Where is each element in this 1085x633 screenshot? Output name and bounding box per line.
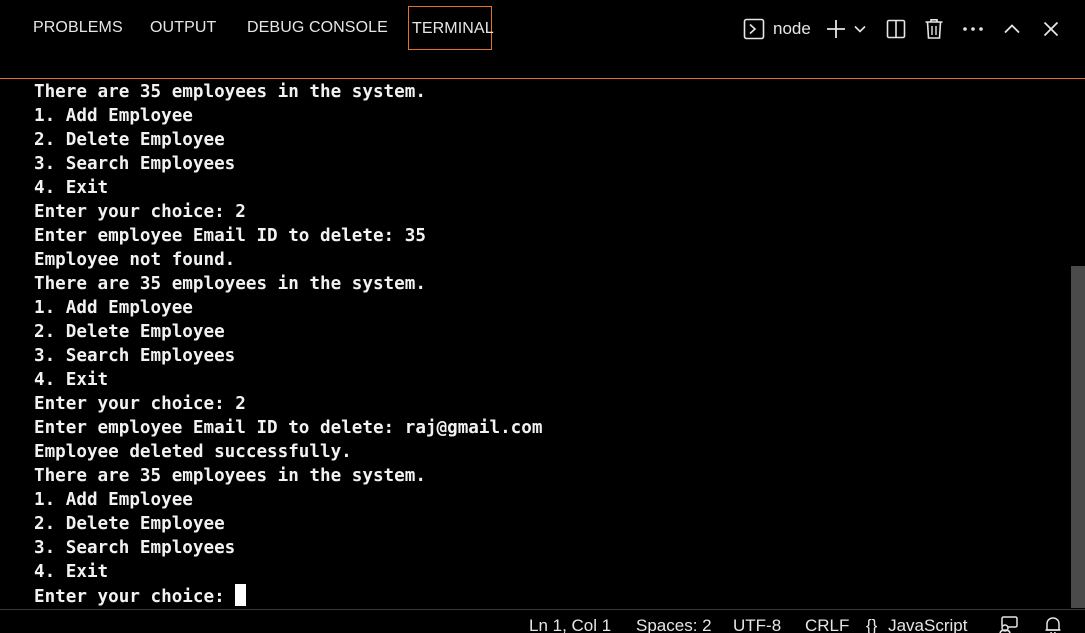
chevron-up-icon [1003,20,1021,38]
terminal-line: 3. Search Employees [34,538,236,558]
terminal-line: 4. Exit [34,178,109,198]
tab-terminal[interactable]: TERMINAL [408,6,494,50]
terminal-line: Enter employee Email ID to delete: raj@g… [34,418,543,438]
close-icon [1042,20,1060,38]
terminal-line: 3. Search Employees [34,346,236,366]
tab-output[interactable]: OUTPUT [150,6,216,50]
terminal-line: 1. Add Employee [34,298,193,318]
terminal-line: There are 35 employees in the system. [34,82,426,102]
trash-icon [924,18,944,40]
kill-terminal-button[interactable] [924,13,944,45]
terminal-output[interactable]: There are 35 employees in the system. 1.… [34,80,1064,610]
live-share-button[interactable] [999,616,1019,633]
feedback-icon [999,616,1019,633]
terminal-cursor [235,584,247,606]
terminal-line: 4. Exit [34,370,109,390]
terminal-prompt: Enter your choice: [34,587,236,607]
panel-border [0,78,1085,79]
terminal-prompt-line[interactable]: Enter your choice: [34,584,1064,608]
more-actions-button[interactable] [962,13,984,45]
braces-icon: {} [866,616,878,633]
terminal-line: 3. Search Employees [34,154,236,174]
status-bar: Ln 1, Col 1 Spaces: 2 UTF-8 CRLF {} Java… [0,609,1085,633]
terminal-line: Enter your choice: 2 [34,394,246,414]
terminal-line: 1. Add Employee [34,106,193,126]
tab-problems[interactable]: PROBLEMS [33,6,123,50]
new-terminal-button[interactable] [825,13,847,45]
terminal-line: 1. Add Employee [34,490,193,510]
bell-icon [1044,617,1062,633]
split-terminal-button[interactable] [886,13,906,45]
notifications-button[interactable] [1044,616,1062,633]
terminal-selector[interactable]: node [743,13,811,45]
plus-icon [825,18,847,40]
tab-debug-console[interactable]: DEBUG CONSOLE [247,6,388,50]
terminal-line: There are 35 employees in the system. [34,466,426,486]
status-cursor-position[interactable]: Ln 1, Col 1 [529,615,611,633]
terminal-line: Enter employee Email ID to delete: 35 [34,226,426,246]
terminal-line: 4. Exit [34,562,109,582]
status-eol[interactable]: CRLF [805,615,849,633]
terminal-dropdown-button[interactable] [853,13,867,45]
status-language-mode[interactable]: {} JavaScript [866,615,967,633]
terminal-line: Enter your choice: 2 [34,202,246,222]
status-encoding[interactable]: UTF-8 [733,615,781,633]
terminal-line: 2. Delete Employee [34,130,225,150]
terminal-line: Employee not found. [34,250,236,270]
terminal-scrollbar[interactable] [1071,266,1085,608]
close-panel-button[interactable] [1042,13,1060,45]
terminal-line: There are 35 employees in the system. [34,274,426,294]
status-indentation[interactable]: Spaces: 2 [636,615,712,633]
terminal-line: 2. Delete Employee [34,322,225,342]
terminal-shell-name: node [773,19,811,38]
terminal-line: Employee deleted successfully. [34,442,352,462]
panel-tab-bar: PROBLEMS OUTPUT DEBUG CONSOLE TERMINAL n… [0,0,1085,58]
chevron-down-icon [853,22,867,36]
split-icon [886,19,906,39]
terminal-icon [743,18,765,40]
more-icon [962,26,984,32]
terminal-line: 2. Delete Employee [34,514,225,534]
status-language-label: JavaScript [888,616,968,633]
maximize-panel-button[interactable] [1003,13,1021,45]
